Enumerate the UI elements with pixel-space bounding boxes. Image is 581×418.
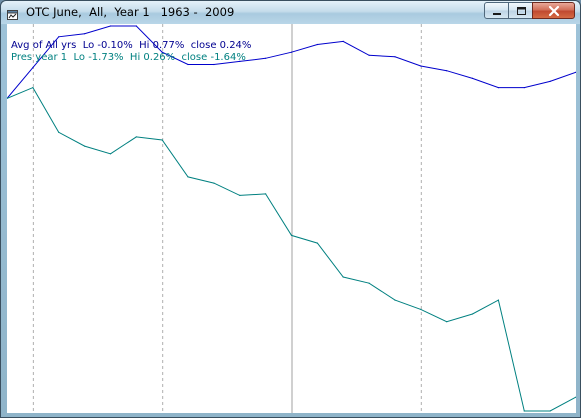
pres-year-1-point-18 xyxy=(446,321,448,323)
pres-year-1-point-11 xyxy=(265,193,267,195)
avg-all-years-point-8 xyxy=(187,63,189,66)
title-bar[interactable]: OTC June, All, Year 1 1963 - 2009 xyxy=(1,1,580,24)
pres-year-1-point-9 xyxy=(213,182,215,184)
pres-year-1-point-16 xyxy=(394,299,396,301)
pres-year-1-point-3 xyxy=(58,131,60,133)
avg-all-years-point-19 xyxy=(471,77,474,79)
pres-year-1-point-7 xyxy=(161,139,163,141)
close-icon xyxy=(548,5,560,17)
pres-year-1-point-19 xyxy=(471,313,474,315)
pres-year-1-point-15 xyxy=(368,282,370,284)
pres-year-1-point-6 xyxy=(135,136,137,138)
pres-year-1-point-17 xyxy=(420,308,422,310)
close-button[interactable] xyxy=(532,2,575,19)
pres-year-1-point-10 xyxy=(239,194,241,196)
avg-all-years-point-6 xyxy=(135,25,137,27)
maximize-button[interactable] xyxy=(508,2,533,19)
pres-year-1-point-5 xyxy=(109,153,112,155)
chart-window: OTC June, All, Year 1 1963 - 2009 Avg of… xyxy=(0,0,581,418)
window-title: OTC June, All, Year 1 1963 - 2009 xyxy=(26,5,235,19)
pres-year-1-point-22 xyxy=(549,410,551,412)
legend-pres-year-1: Pres year 1 Lo -1.73% Hi 0.26% close -1.… xyxy=(11,52,246,63)
avg-all-years-point-5 xyxy=(109,25,112,27)
minimize-icon xyxy=(493,13,501,15)
pres-year-1-point-4 xyxy=(84,145,86,147)
pres-year-1-point-20 xyxy=(497,299,499,301)
pres-year-1-point-21 xyxy=(523,410,525,412)
avg-all-years-point-13 xyxy=(316,43,318,46)
avg-all-years-point-12 xyxy=(290,51,293,53)
avg-all-years-point-3 xyxy=(58,36,60,38)
pres-year-1-point-13 xyxy=(316,242,318,244)
line-chart xyxy=(7,24,576,413)
avg-all-years-point-4 xyxy=(84,33,86,35)
pres-year-1-point-2 xyxy=(32,87,34,89)
pres-year-1-point-12 xyxy=(290,234,293,236)
pres-year-1-point-14 xyxy=(342,276,344,278)
avg-all-years-point-11 xyxy=(265,57,267,59)
avg-all-years-point-15 xyxy=(368,54,370,56)
minimize-button[interactable] xyxy=(484,2,509,19)
avg-all-years-point-21 xyxy=(523,87,525,89)
avg-all-years-point-20 xyxy=(497,87,499,89)
avg-all-years-point-9 xyxy=(213,63,215,66)
avg-all-years-point-17 xyxy=(420,65,422,67)
avg-all-years-point-16 xyxy=(394,56,396,58)
chart-window-icon[interactable] xyxy=(7,6,19,20)
legend-avg-all-years: Avg of All yrs Lo -0.10% Hi 0.77% close … xyxy=(11,40,252,51)
avg-all-years-point-14 xyxy=(342,40,344,42)
avg-all-years-point-18 xyxy=(446,70,448,72)
pres-year-1-point-8 xyxy=(187,176,189,178)
chart-area: Avg of All yrs Lo -0.10% Hi 0.77% close … xyxy=(7,24,576,413)
avg-all-years-point-22 xyxy=(549,80,551,82)
avg-all-years-point-2 xyxy=(32,67,34,69)
